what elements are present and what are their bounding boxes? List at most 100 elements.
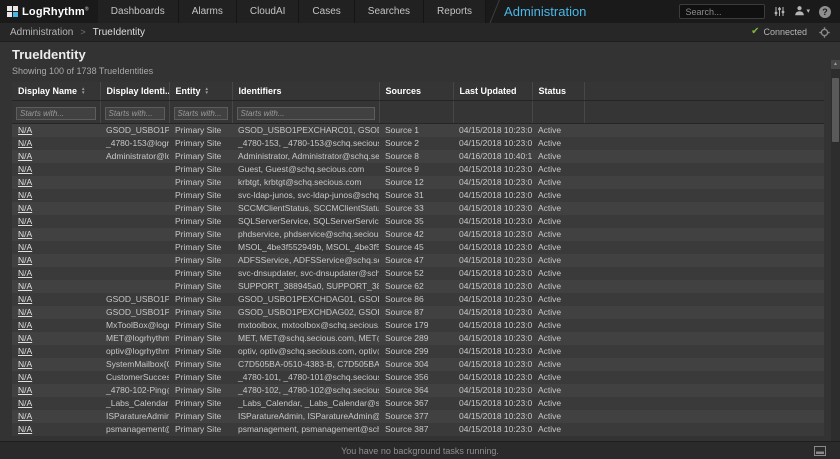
- global-search-input[interactable]: [679, 4, 765, 19]
- display-name-link[interactable]: N/A: [18, 138, 32, 148]
- cell-filler: [584, 123, 824, 137]
- table-row[interactable]: N/AGSOD_USBO1PEX...Primary SiteGSOD_USBO…: [12, 306, 824, 319]
- vertical-scrollbar[interactable]: ▲: [831, 60, 840, 441]
- table-row[interactable]: N/APrimary SiteGuest, Guest@schq.secious…: [12, 163, 824, 176]
- cell-filler: [584, 189, 824, 202]
- table-row[interactable]: N/Apsmanagement@...Primary Sitepsmanagem…: [12, 423, 824, 436]
- cell-display-identifier: ISParatureAdmin...: [100, 410, 169, 423]
- display-name-link[interactable]: N/A: [18, 411, 32, 421]
- table-row[interactable]: N/AMxToolBox@logr...Primary Sitemxtoolbo…: [12, 319, 824, 332]
- table-row[interactable]: N/APrimary SiteSUPPORT_388945a0, SUPPORT…: [12, 280, 824, 293]
- cell-display-identifier: GSOD_USBO1PEX...: [100, 293, 169, 306]
- cell-identifiers: krbtgt, krbtgt@schq.secious.com: [232, 176, 379, 189]
- scroll-up-arrow[interactable]: ▲: [831, 60, 840, 69]
- table-row[interactable]: N/Aoptiv@logrhythm...Primary Siteoptiv, …: [12, 345, 824, 358]
- table-row[interactable]: N/AMET@logrhythm...Primary SiteMET, MET@…: [12, 332, 824, 345]
- cell-entity: Primary Site: [169, 332, 232, 345]
- connected-toggle[interactable]: ✔ Connected: [751, 27, 807, 37]
- nav-item-alarms[interactable]: Alarms: [179, 0, 237, 23]
- cell-entity: Primary Site: [169, 137, 232, 150]
- display-name-link[interactable]: N/A: [18, 216, 32, 226]
- display-name-link[interactable]: N/A: [18, 151, 32, 161]
- table-row[interactable]: N/AISParatureAdmin...Primary SiteISParat…: [12, 410, 824, 423]
- cell-filler: [584, 215, 824, 228]
- gear-icon[interactable]: [819, 27, 830, 38]
- table-row[interactable]: N/A_Labs_Calendar@...Primary Site_Labs_C…: [12, 397, 824, 410]
- help-icon[interactable]: ?: [819, 6, 831, 18]
- cell-filler: [584, 371, 824, 384]
- cell-status: Active: [532, 371, 584, 384]
- table-row[interactable]: N/A_4780-102-Ping@...Primary Site_4780-1…: [12, 384, 824, 397]
- cell-status: Active: [532, 384, 584, 397]
- cell-entity: Primary Site: [169, 176, 232, 189]
- display-name-link[interactable]: N/A: [18, 372, 32, 382]
- filter-input-entity[interactable]: [174, 107, 228, 120]
- table-row[interactable]: N/AGSOD_USBO1PEX...Primary SiteGSOD_USBO…: [12, 123, 824, 137]
- display-name-link[interactable]: N/A: [18, 424, 32, 434]
- filter-sliders-icon[interactable]: [774, 6, 785, 17]
- column-header-entity[interactable]: Entity▲▼: [169, 82, 232, 100]
- display-name-link[interactable]: N/A: [18, 177, 32, 187]
- cell-filler: [584, 345, 824, 358]
- logrhythm-logo[interactable]: LogRhythm®: [0, 6, 98, 18]
- table-row[interactable]: N/APrimary Sitephdservice, phdservice@sc…: [12, 228, 824, 241]
- top-nav-bar: LogRhythm® DashboardsAlarmsCloudAICasesS…: [0, 0, 840, 23]
- display-name-link[interactable]: N/A: [18, 346, 32, 356]
- display-name-link[interactable]: N/A: [18, 255, 32, 265]
- table-row[interactable]: N/AAdministrator@lo...Primary SiteAdmini…: [12, 150, 824, 163]
- cell-display-identifier: [100, 241, 169, 254]
- display-name-link[interactable]: N/A: [18, 268, 32, 278]
- cell-sources: Source 31: [379, 189, 453, 202]
- background-tasks-icon[interactable]: [814, 446, 826, 456]
- table-row[interactable]: N/APrimary SiteMSOL_4be3f552949b, MSOL_4…: [12, 241, 824, 254]
- display-name-link[interactable]: N/A: [18, 333, 32, 343]
- display-name-link[interactable]: N/A: [18, 229, 32, 239]
- nav-item-reports[interactable]: Reports: [424, 0, 486, 23]
- table-row[interactable]: N/A Primary Sitekrbtgt, krbtgt@schq.secio…: [12, 176, 824, 189]
- table-row[interactable]: N/ASystemMailbox{C...Primary SiteC7D505B…: [12, 358, 824, 371]
- nav-item-cases[interactable]: Cases: [299, 0, 354, 23]
- filter-input-identifiers[interactable]: [237, 107, 375, 120]
- sort-icon: ▲▼: [81, 87, 85, 95]
- display-name-link[interactable]: N/A: [18, 385, 32, 395]
- cell-display-name: N/A: [12, 241, 100, 254]
- column-header-display-name[interactable]: Display Name▲▼: [12, 82, 100, 100]
- display-name-link[interactable]: N/A: [18, 307, 32, 317]
- table-row[interactable]: N/A_4780-153@logrh...Primary Site_4780-1…: [12, 137, 824, 150]
- filter-cell-filler: [584, 100, 824, 123]
- display-name-link[interactable]: N/A: [18, 190, 32, 200]
- user-menu-button[interactable]: ▾: [794, 3, 810, 21]
- display-name-link[interactable]: N/A: [18, 320, 32, 330]
- column-header-display-identifier[interactable]: Display Identi...▲▼: [100, 82, 169, 100]
- cell-display-name: N/A: [12, 150, 100, 163]
- nav-item-searches[interactable]: Searches: [355, 0, 424, 23]
- display-name-link[interactable]: N/A: [18, 281, 32, 291]
- display-name-link[interactable]: N/A: [18, 294, 32, 304]
- table-body: N/AGSOD_USBO1PEX...Primary SiteGSOD_USBO…: [12, 123, 824, 436]
- display-name-link[interactable]: N/A: [18, 125, 32, 135]
- cell-display-name: N/A: [12, 384, 100, 397]
- display-name-link[interactable]: N/A: [18, 359, 32, 369]
- cell-display-identifier: [100, 202, 169, 215]
- table-row[interactable]: N/APrimary SiteADFSService, ADFSService@…: [12, 254, 824, 267]
- table-row[interactable]: N/APrimary Sitesvc-ldap-junos, svc-ldap-…: [12, 189, 824, 202]
- breadcrumb-item-administration[interactable]: Administration: [10, 27, 73, 38]
- table-row[interactable]: N/ACustomerSuccess...Primary Site_4780-1…: [12, 371, 824, 384]
- filter-input-display-identifier[interactable]: [105, 107, 165, 120]
- cell-entity: Primary Site: [169, 150, 232, 163]
- display-name-link[interactable]: N/A: [18, 164, 32, 174]
- display-name-link[interactable]: N/A: [18, 242, 32, 252]
- scrollbar-thumb[interactable]: [832, 78, 839, 142]
- filter-input-display-name[interactable]: [16, 107, 96, 120]
- cell-status: Active: [532, 241, 584, 254]
- nav-item-dashboards[interactable]: Dashboards: [98, 0, 179, 23]
- cell-filler: [584, 306, 824, 319]
- table-row[interactable]: N/APrimary Sitesvc-dnsupdater, svc-dnsup…: [12, 267, 824, 280]
- table-row[interactable]: N/APrimary SiteSCCMClientStatus, SCCMCli…: [12, 202, 824, 215]
- nav-item-cloudai[interactable]: CloudAI: [237, 0, 300, 23]
- table-row[interactable]: N/AGSOD_USBO1PEX...Primary SiteGSOD_USBO…: [12, 293, 824, 306]
- table-row[interactable]: N/APrimary SiteSQLServerService, SQLServ…: [12, 215, 824, 228]
- display-name-link[interactable]: N/A: [18, 398, 32, 408]
- cell-identifiers: Guest, Guest@schq.secious.com: [232, 163, 379, 176]
- display-name-link[interactable]: N/A: [18, 203, 32, 213]
